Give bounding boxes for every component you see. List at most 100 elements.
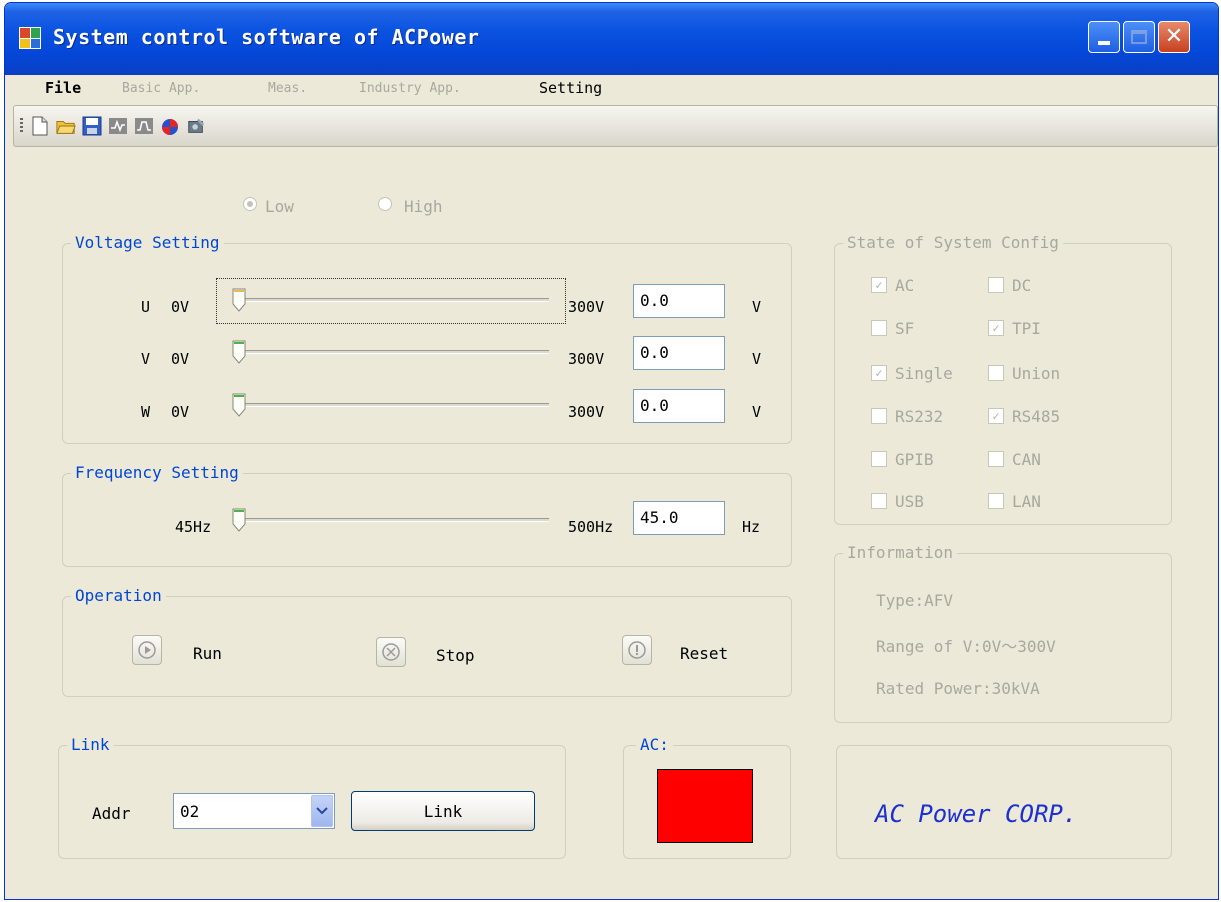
save-icon[interactable] <box>82 116 102 136</box>
voltage-w-slider-track[interactable] <box>239 403 549 407</box>
toolbar-grip[interactable] <box>20 118 23 134</box>
phase-v-label: V <box>141 350 151 368</box>
voltage-v-input[interactable]: 0.0 <box>633 336 725 370</box>
voltage-w-min-label: 0V <box>171 403 190 421</box>
link-title: Link <box>67 735 114 754</box>
config-checkbox-sf[interactable] <box>871 320 887 336</box>
app-window: System control software of ACPower ✕ Fil… <box>4 2 1219 900</box>
voltage-v-max-label: 300V <box>568 350 605 368</box>
menu-basic-app: Basic App. <box>122 81 201 96</box>
chevron-down-icon[interactable] <box>311 795 333 827</box>
toolbar <box>13 105 1218 147</box>
open-folder-icon[interactable] <box>56 116 76 136</box>
config-label-union: Union <box>1012 364 1061 383</box>
range-high-label: High <box>404 197 443 216</box>
reset-label: Reset <box>680 644 729 663</box>
range-low-radio[interactable] <box>243 197 257 211</box>
run-label: Run <box>193 644 222 663</box>
stop-button[interactable] <box>376 637 406 667</box>
range-high-radio[interactable] <box>378 197 392 211</box>
close-icon: ✕ <box>1164 24 1184 49</box>
link-button[interactable]: Link <box>351 791 535 831</box>
menu-setting[interactable]: Setting <box>539 79 602 97</box>
voltage-w-slider-thumb[interactable] <box>232 393 246 417</box>
minimize-button[interactable] <box>1088 21 1120 53</box>
frequency-unit-label: Hz <box>742 518 761 536</box>
voltage-v-unit-label: V <box>752 350 762 368</box>
config-label-usb: USB <box>895 492 924 511</box>
run-button[interactable] <box>132 635 162 665</box>
config-checkbox-union[interactable] <box>988 365 1004 381</box>
maximize-button[interactable] <box>1123 21 1155 53</box>
voltage-v-slider-thumb[interactable] <box>232 340 246 364</box>
pulse-icon[interactable] <box>134 116 154 136</box>
frequency-setting-title: Frequency Setting <box>71 463 243 482</box>
frequency-min-label: 45Hz <box>175 518 212 536</box>
config-checkbox-usb[interactable] <box>871 493 887 509</box>
config-label-gpib: GPIB <box>895 450 934 469</box>
ac-status-indicator <box>657 769 753 843</box>
tools-icon[interactable] <box>186 116 206 136</box>
connect-icon[interactable] <box>160 116 180 136</box>
info-rated-power: Rated Power:30kVA <box>876 679 1040 698</box>
stop-icon <box>382 643 400 661</box>
config-label-rs232: RS232 <box>895 407 944 426</box>
voltage-u-unit-label: V <box>752 298 762 316</box>
config-checkbox-can[interactable] <box>988 451 1004 467</box>
brand-text: AC Power CORP. <box>875 800 1078 828</box>
voltage-w-input[interactable]: 0.0 <box>633 389 725 423</box>
window-title: System control software of ACPower <box>53 25 480 49</box>
addr-select[interactable]: 02 <box>173 793 335 829</box>
voltage-u-input[interactable]: 0.0 <box>633 284 725 318</box>
config-checkbox-tpi[interactable]: ✓ <box>988 320 1004 336</box>
voltage-u-slider-thumb[interactable] <box>232 288 246 312</box>
minimize-icon <box>1098 41 1110 45</box>
config-checkbox-lan[interactable] <box>988 493 1004 509</box>
new-file-icon[interactable] <box>30 116 50 136</box>
range-low-label: Low <box>265 197 294 216</box>
config-checkbox-dc[interactable] <box>988 277 1004 293</box>
information-title: Information <box>843 543 957 562</box>
config-checkbox-gpib[interactable] <box>871 451 887 467</box>
phase-w-label: W <box>141 403 151 421</box>
info-range: Range of V:0V～300V <box>876 637 1056 656</box>
voltage-v-slider-track[interactable] <box>239 350 549 354</box>
operation-title: Operation <box>71 586 166 605</box>
config-checkbox-rs232[interactable] <box>871 408 887 424</box>
config-label-lan: LAN <box>1012 492 1041 511</box>
config-checkbox-ac[interactable]: ✓ <box>871 277 887 293</box>
phase-u-label: U <box>141 298 151 316</box>
addr-select-value: 02 <box>180 802 200 821</box>
voltage-w-max-label: 300V <box>568 403 605 421</box>
frequency-input[interactable]: 45.0 <box>633 501 725 535</box>
frequency-max-label: 500Hz <box>568 518 614 536</box>
frequency-slider-thumb[interactable] <box>232 508 246 532</box>
menu-bar: File Basic App. Meas. Industry App. Sett… <box>5 75 1218 103</box>
reset-icon <box>628 641 646 659</box>
config-checkbox-rs485[interactable]: ✓ <box>988 408 1004 424</box>
reset-button[interactable] <box>622 635 652 665</box>
waveform-icon[interactable] <box>108 116 128 136</box>
app-icon <box>19 27 41 49</box>
voltage-setting-title: Voltage Setting <box>71 233 224 252</box>
menu-file[interactable]: File <box>45 79 81 97</box>
voltage-w-unit-label: V <box>752 403 762 421</box>
config-label-single: Single <box>895 364 953 383</box>
stop-label: Stop <box>436 646 475 665</box>
config-label-ac: AC <box>895 276 915 295</box>
play-icon <box>138 641 156 659</box>
voltage-u-min-label: 0V <box>171 298 190 316</box>
title-bar[interactable]: System control software of ACPower ✕ <box>5 3 1218 75</box>
config-label-dc: DC <box>1012 276 1032 295</box>
info-type: Type:AFV <box>876 591 954 610</box>
close-button[interactable]: ✕ <box>1158 21 1190 53</box>
menu-industry-app: Industry App. <box>359 81 461 96</box>
voltage-v-min-label: 0V <box>171 350 190 368</box>
ac-title: AC: <box>636 735 673 754</box>
menu-meas: Meas. <box>268 81 308 96</box>
config-checkbox-single[interactable]: ✓ <box>871 365 887 381</box>
voltage-u-slider-track[interactable] <box>239 298 549 302</box>
config-label-rs485: RS485 <box>1012 407 1061 426</box>
system-config-title: State of System Config <box>843 233 1063 252</box>
frequency-slider-track[interactable] <box>239 518 549 522</box>
